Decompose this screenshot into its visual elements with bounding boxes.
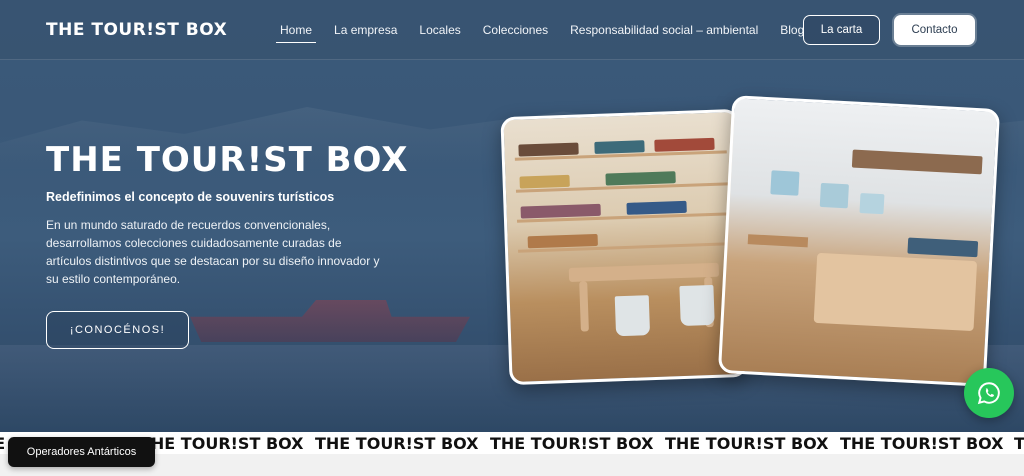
main-menu: Home La empresa Locales Colecciones Resp… [275,23,826,43]
hero-section: THE TOUR!ST BOX Redefinimos el concepto … [0,0,1024,432]
marquee-text: THE TOUR!ST BOX [665,434,829,453]
marquee-text: THE TOUR!ST BOX [1014,434,1024,453]
hero-subtitle: Redefinimos el concepto de souvenirs tur… [46,190,335,204]
la-carta-button[interactable]: La carta [803,15,880,45]
hero-title: THE TOUR!ST BOX [46,140,409,180]
nav-item-la-empresa[interactable]: La empresa [334,23,397,37]
store-photo-counter [717,95,1001,387]
store-photo-shelves [500,108,748,386]
conocenos-button[interactable]: ¡CONOCÉNOS! [46,311,189,349]
hero-description: En un mundo saturado de recuerdos conven… [46,218,380,286]
marquee-text: THE TOUR!ST BOX [140,434,304,453]
nav-item-colecciones[interactable]: Colecciones [483,23,548,37]
whatsapp-icon [977,382,1000,405]
marquee-text: THE TOUR!ST BOX [840,434,1004,453]
top-navigation: THE TOUR!ST BOX Home La empresa Locales … [0,0,1024,60]
marquee-text: THE TOUR!ST BOX [490,434,654,453]
brand-logo[interactable]: THE TOUR!ST BOX [46,20,227,40]
contacto-button[interactable]: Contacto [894,15,975,45]
background-ship [190,300,470,342]
nav-item-blog[interactable]: Blog [780,23,804,37]
marquee-text: THE TOUR!ST BOX [315,434,479,453]
whatsapp-button[interactable] [964,368,1014,418]
nav-item-home[interactable]: Home [275,23,317,43]
operadores-antarticos-chip[interactable]: Operadores Antárticos [8,437,155,467]
nav-item-locales[interactable]: Locales [419,23,460,37]
nav-item-responsabilidad[interactable]: Responsabilidad social – ambiental [570,23,758,37]
